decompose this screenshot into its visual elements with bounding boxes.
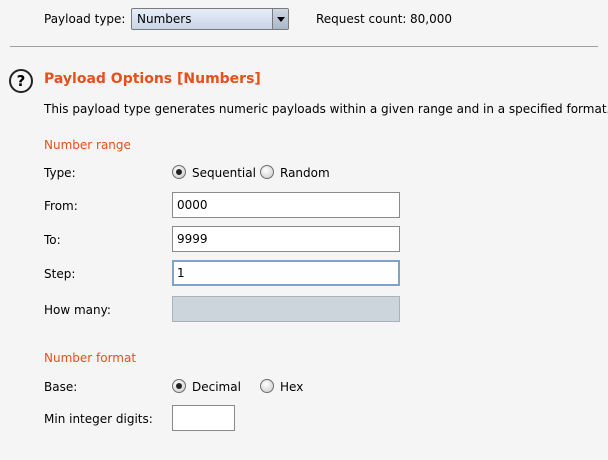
request-count-label: Request count: [316,12,407,26]
how-many-label: How many: [44,303,111,317]
number-range-heading: Number range [44,138,131,152]
decimal-radio-label[interactable]: Decimal [192,380,241,395]
request-count-value: 80,000 [410,12,452,26]
sequential-radio-label[interactable]: Sequential [192,166,256,181]
min-integer-digits-field[interactable] [172,405,235,431]
base-label: Base: [44,380,78,394]
payload-type-select[interactable]: Numbers [131,8,289,30]
payload-type-value: Numbers [137,12,192,26]
random-radio[interactable] [260,165,274,179]
step-field[interactable]: 1 [172,260,400,286]
to-label: To: [44,233,61,247]
chevron-down-icon[interactable] [272,9,288,29]
sequential-radio[interactable] [172,165,186,179]
min-integer-digits-label: Min integer digits: [44,412,153,426]
decimal-radio[interactable] [172,379,186,393]
how-many-field [172,296,400,322]
type-label: Type: [44,166,76,180]
from-field[interactable]: 0000 [172,192,400,218]
to-field[interactable]: 9999 [172,226,400,252]
number-format-heading: Number format [44,351,137,365]
step-label: Step: [44,267,76,281]
payload-options-title: Payload Options [Numbers] [44,71,261,87]
divider [10,46,598,47]
from-label: From: [44,199,78,213]
help-icon[interactable]: ? [9,69,33,93]
random-radio-label[interactable]: Random [280,166,330,181]
payload-options-description: This payload type generates numeric payl… [44,102,608,116]
hex-radio-label[interactable]: Hex [280,380,303,395]
hex-radio[interactable] [260,379,274,393]
payload-type-label: Payload type: [44,12,126,26]
